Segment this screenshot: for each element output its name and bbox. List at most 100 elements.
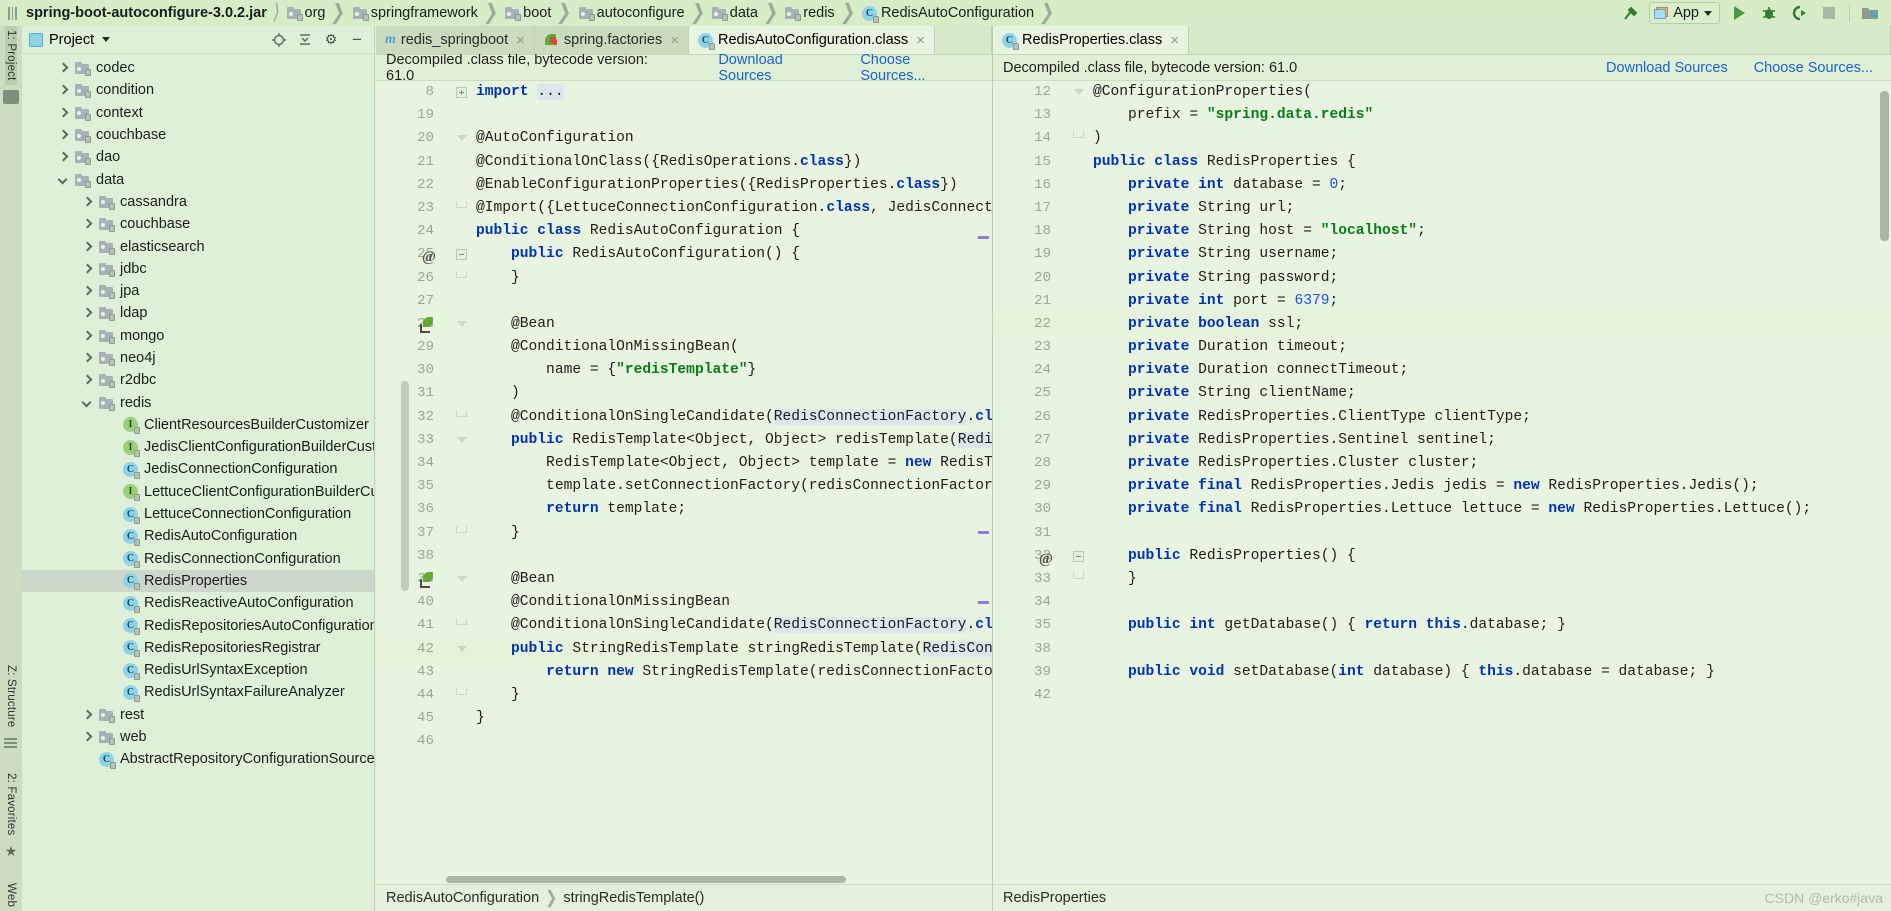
gutter-cell[interactable]: [434, 220, 472, 243]
code-fold-bot-icon[interactable]: [456, 409, 467, 417]
horizontal-scrollbar-left[interactable]: [446, 876, 846, 883]
chevron-right-icon[interactable]: [80, 373, 94, 387]
project-structure-icon[interactable]: [1855, 1, 1885, 25]
gutter-cell[interactable]: [434, 638, 472, 661]
editor-tab-redis-springboot[interactable]: m redis_springboot ×: [376, 26, 535, 54]
chevron-down-icon[interactable]: [102, 37, 111, 42]
vertical-scrollbar-right[interactable]: [1880, 91, 1889, 241]
gutter-cell[interactable]: [434, 290, 472, 313]
gutter-cell[interactable]: [1051, 151, 1089, 174]
tree-item-rest[interactable]: rest: [22, 704, 374, 726]
editor-tab-redisproperties-class[interactable]: C RedisProperties.class ×: [993, 26, 1189, 54]
stop-icon[interactable]: [1814, 1, 1844, 25]
gutter-cell[interactable]: [1051, 661, 1089, 684]
gutter-cell[interactable]: [1051, 638, 1089, 661]
gutter-cell[interactable]: [434, 730, 472, 753]
editor-tab-spring-factories[interactable]: spring.factories ×: [534, 26, 689, 54]
gutter-cell[interactable]: [434, 127, 472, 150]
tree-item-couchbase[interactable]: couchbase: [22, 213, 374, 235]
chevron-right-icon[interactable]: [80, 329, 94, 343]
tree-item-mongo[interactable]: mongo: [22, 325, 374, 347]
chevron-right-icon[interactable]: [56, 83, 70, 97]
code-fold-bot-icon[interactable]: [456, 200, 467, 208]
gutter-cell[interactable]: [1051, 429, 1089, 452]
gutter-cell[interactable]: [434, 498, 472, 521]
gutter-cell[interactable]: [1051, 197, 1089, 220]
gutter-cell[interactable]: [1051, 220, 1089, 243]
tree-item-jpa[interactable]: jpa: [22, 280, 374, 302]
gutter-cell[interactable]: [420, 313, 472, 336]
close-icon[interactable]: ×: [916, 32, 925, 49]
gutter-cell[interactable]: [1051, 452, 1089, 475]
gutter-cell[interactable]: [434, 614, 472, 637]
gutter-cell[interactable]: [434, 452, 472, 475]
tree-item-redisrepositoriesregistrar[interactable]: C RedisRepositoriesRegistrar: [22, 637, 374, 659]
gutter-cell[interactable]: [1051, 591, 1089, 614]
collapse-all-icon[interactable]: [295, 30, 315, 50]
gutter-cell[interactable]: [434, 359, 472, 382]
breadcrumb-data[interactable]: data: [710, 0, 760, 26]
breadcrumb-segment[interactable]: RedisAutoConfiguration: [386, 890, 539, 906]
chevron-right-icon[interactable]: [56, 128, 70, 142]
tree-item-codec[interactable]: codec: [22, 57, 374, 79]
gutter-cell[interactable]: [434, 151, 472, 174]
download-sources-link[interactable]: Download Sources: [1606, 60, 1728, 76]
breadcrumb-segment[interactable]: stringRedisTemplate(): [563, 890, 704, 906]
gutter-cell[interactable]: [1051, 568, 1089, 591]
gutter-cell[interactable]: [434, 336, 472, 359]
chevron-right-icon[interactable]: [80, 730, 94, 744]
tree-item-redisautoconfiguration[interactable]: C RedisAutoConfiguration: [22, 525, 374, 547]
code-fold-tri-icon[interactable]: [457, 135, 467, 142]
tree-item-redisconnectionconfiguration[interactable]: C RedisConnectionConfiguration: [22, 548, 374, 570]
breadcrumb-boot[interactable]: boot: [503, 0, 553, 26]
code-fold-bot-icon[interactable]: [456, 525, 467, 533]
gutter-cell[interactable]: [434, 267, 472, 290]
main-menu-icon[interactable]: [4, 0, 20, 26]
gutter-cell[interactable]: [434, 104, 472, 127]
breadcrumb-springframework[interactable]: springframework: [351, 0, 480, 26]
breadcrumb-redis[interactable]: redis: [783, 0, 836, 26]
gutter-cell[interactable]: [1051, 174, 1089, 197]
gutter-cell[interactable]: [434, 522, 472, 545]
tree-item-redisrepositoriesautoconfiguration[interactable]: C RedisRepositoriesAutoConfiguration: [22, 614, 374, 636]
tree-item-redisproperties[interactable]: C RedisProperties: [22, 569, 374, 593]
gutter-cell[interactable]: @: [1039, 545, 1089, 568]
gutter-cell[interactable]: [1051, 127, 1089, 150]
code-fold-plus-icon[interactable]: [456, 87, 467, 98]
tree-item-redisreactiveautoconfiguration[interactable]: C RedisReactiveAutoConfiguration: [22, 592, 374, 614]
code-fold-minus-icon[interactable]: [1073, 550, 1084, 562]
close-icon[interactable]: ×: [516, 32, 525, 49]
gutter-cell[interactable]: [1051, 290, 1089, 313]
chevron-right-icon[interactable]: [80, 351, 94, 365]
tree-item-r2dbc[interactable]: r2dbc: [22, 369, 374, 391]
code-fold-tri-icon[interactable]: [457, 575, 467, 582]
chevron-right-icon[interactable]: [56, 150, 70, 164]
spring-bean-gutter-icon[interactable]: [420, 316, 435, 333]
gutter-cell[interactable]: [434, 661, 472, 684]
breadcrumb-segment[interactable]: RedisProperties: [1003, 890, 1106, 906]
tree-item-elasticsearch[interactable]: elasticsearch: [22, 235, 374, 257]
chevron-right-icon[interactable]: [80, 262, 94, 276]
editor-tabs-right[interactable]: C RedisProperties.class ×: [993, 26, 1891, 55]
chevron-right-icon[interactable]: [56, 61, 70, 75]
editor-tabs-left[interactable]: m redis_springboot × spring.factories × C Redi…: [376, 26, 992, 55]
gutter-cell[interactable]: [1051, 243, 1089, 266]
code-fold-bot-icon[interactable]: [456, 618, 467, 626]
tree-item-jedisconnectionconfiguration[interactable]: C JedisConnectionConfiguration: [22, 458, 374, 480]
code-viewport-left[interactable]: 8 import ... 19 20 @AutoConfiguration 21 @Cond…: [376, 81, 992, 911]
tree-item-jdbc[interactable]: jdbc: [22, 258, 374, 280]
gutter-cell[interactable]: [434, 684, 472, 707]
structure-tool-icon[interactable]: [3, 736, 19, 750]
gutter-cell[interactable]: [1051, 336, 1089, 359]
run-with-coverage-icon[interactable]: [1784, 1, 1814, 25]
chevron-down-icon[interactable]: [80, 396, 94, 410]
build-hammer-icon[interactable]: [1615, 1, 1645, 25]
gutter-cell[interactable]: [434, 174, 472, 197]
chevron-right-icon[interactable]: [80, 284, 94, 298]
gutter-cell[interactable]: @: [422, 243, 472, 266]
code-fold-bot-icon[interactable]: [456, 687, 467, 695]
project-tool-icon[interactable]: [3, 89, 19, 104]
chevron-right-icon[interactable]: [80, 708, 94, 722]
code-fold-tri-icon[interactable]: [457, 320, 467, 327]
code-fold-bot-icon[interactable]: [456, 270, 467, 278]
